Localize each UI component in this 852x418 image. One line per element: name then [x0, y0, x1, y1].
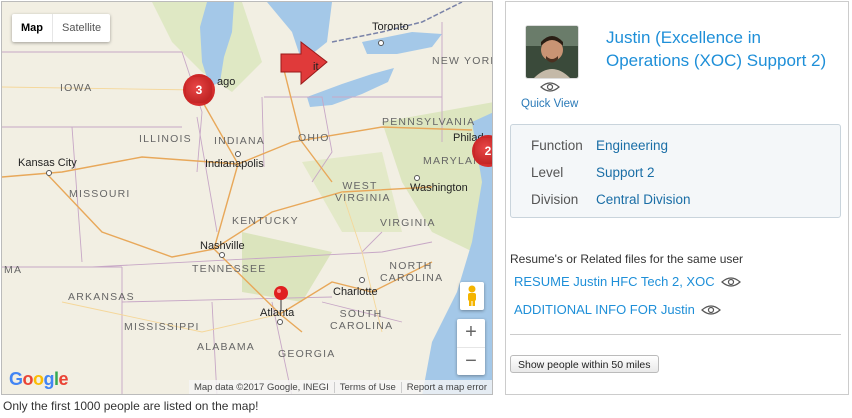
- file-link-resume[interactable]: RESUME Justin HFC Tech 2, XOC: [514, 274, 741, 289]
- zoom-control: + −: [457, 319, 485, 375]
- pegman-icon[interactable]: [460, 282, 484, 310]
- divider: [510, 334, 841, 335]
- profile-panel: Quick View Justin (Excellence in Operati…: [505, 1, 849, 395]
- detail-label: Division: [531, 192, 579, 207]
- map-pin-icon[interactable]: [273, 285, 289, 311]
- detail-label: Level: [531, 165, 564, 180]
- detail-row-level: Level Support 2: [531, 165, 655, 180]
- show-people-nearby-button[interactable]: Show people within 50 miles: [510, 355, 659, 373]
- google-logo: Google: [9, 369, 69, 389]
- zoom-in-button[interactable]: +: [457, 319, 485, 348]
- file-link-label[interactable]: ADDITIONAL INFO FOR Justin: [514, 302, 695, 317]
- profile-details: Function Engineering Level Support 2 Divis…: [510, 124, 841, 218]
- map-view[interactable]: Map Satellite IOWA ILLINOIS INDIANA OHIO…: [1, 1, 493, 395]
- detail-label: Function: [531, 138, 583, 153]
- eye-icon[interactable]: [540, 81, 560, 93]
- map-cluster-marker[interactable]: 3: [183, 74, 215, 106]
- detail-value: Engineering: [596, 138, 669, 153]
- map-limit-note: Only the first 1000 people are listed on…: [3, 399, 259, 413]
- eye-icon[interactable]: [700, 304, 721, 316]
- file-link-label[interactable]: RESUME Justin HFC Tech 2, XOC: [514, 274, 715, 289]
- detail-value: Central Division: [596, 192, 691, 207]
- quick-view-link[interactable]: Quick View: [521, 98, 578, 110]
- file-link-additional-info[interactable]: ADDITIONAL INFO FOR Justin: [514, 302, 721, 317]
- terms-of-use-link[interactable]: Terms of Use: [333, 381, 401, 393]
- map-attribution: Map data ©2017 Google, INEGI Terms of Us…: [188, 380, 492, 394]
- related-files-title: Resume's or Related files for the same u…: [510, 252, 744, 266]
- zoom-out-button[interactable]: −: [457, 348, 485, 376]
- avatar[interactable]: [526, 26, 578, 78]
- map-data-credit: Map data ©2017 Google, INEGI: [193, 381, 329, 393]
- detail-value: Support 2: [596, 165, 655, 180]
- profile-name[interactable]: Justin (Excellence in Operations (XOC) S…: [606, 26, 841, 72]
- city-dots: [46, 40, 420, 325]
- detail-row-division: Division Central Division: [531, 192, 691, 207]
- eye-icon[interactable]: [720, 276, 741, 288]
- report-map-error-link[interactable]: Report a map error: [400, 381, 492, 393]
- detail-row-function: Function Engineering: [531, 138, 668, 153]
